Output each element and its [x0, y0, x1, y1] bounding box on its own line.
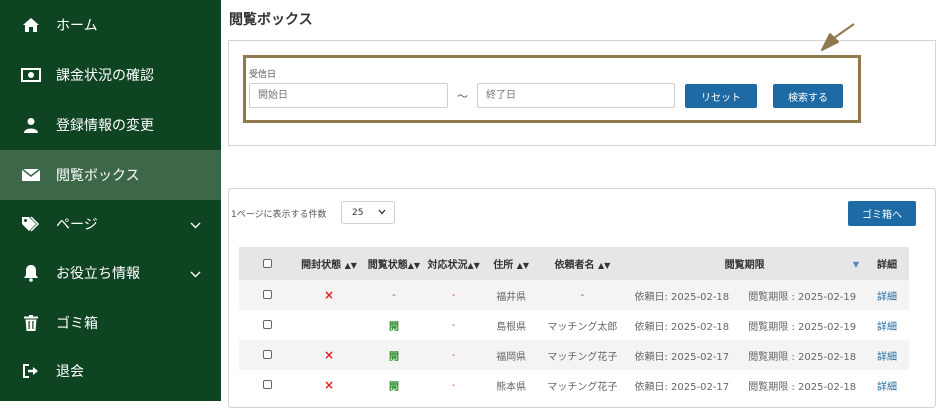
sidebar-item-tips[interactable]: お役立ち情報: [0, 248, 221, 298]
sidebar-item-inbox[interactable]: 閲覧ボックス: [0, 150, 221, 200]
request-date-cell: 依頼日: 2025-02-18: [634, 291, 730, 303]
deadline-cell: 閲覧期限 : 2025-02-19: [748, 321, 857, 333]
column-period[interactable]: 閲覧期限 ▼: [624, 247, 865, 280]
response-status-cell: -: [451, 379, 456, 391]
sidebar-item-label: 退会: [56, 364, 84, 380]
money-icon: [20, 64, 42, 86]
sidebar-item-page[interactable]: ページ: [0, 199, 221, 249]
sidebar-item-label: お役立ち情報: [56, 266, 140, 282]
sidebar-item-label: 登録情報の変更: [56, 118, 154, 134]
sidebar-item-label: ホーム: [56, 18, 98, 34]
received-date-label: 受信日: [249, 70, 277, 80]
table-row: 開 - 島根県 マッチング太郎 依頼日: 2025-02-18 閲覧期限 : 2…: [239, 310, 909, 340]
deadline-cell: 閲覧期限 : 2025-02-18: [748, 351, 857, 363]
sort-icon: ▲▼: [344, 261, 357, 270]
sidebar-item-label: ゴミ箱: [56, 316, 98, 332]
trash-icon: [20, 312, 42, 334]
unopened-x-icon: ×: [324, 378, 335, 392]
detail-link[interactable]: 詳細: [877, 352, 897, 363]
deadline-cell: 閲覧期限 : 2025-02-19: [748, 291, 857, 303]
start-date-input[interactable]: [249, 83, 448, 108]
sign-out-icon: [20, 360, 42, 382]
bell-icon: [20, 262, 42, 284]
row-checkbox[interactable]: [262, 290, 272, 299]
sidebar-item-billing[interactable]: 課金状況の確認: [0, 50, 221, 100]
end-date-input[interactable]: [477, 83, 675, 108]
detail-link[interactable]: 詳細: [877, 292, 897, 303]
table-header-row: 開封状態 ▲▼ 閲覧状態▲▼ 対応状況▲▼ 住所 ▲▼ 依頼者名 ▲▼ 閲覧期限…: [239, 247, 909, 280]
view-status-cell: -: [392, 289, 396, 301]
deadline-cell: 閲覧期限 : 2025-02-18: [748, 381, 857, 393]
detail-link[interactable]: 詳細: [877, 382, 897, 393]
response-status-cell: -: [451, 319, 456, 331]
view-status-cell: 開: [388, 381, 399, 393]
sort-icon: ▲▼: [407, 261, 421, 270]
row-checkbox[interactable]: [262, 350, 272, 359]
response-status-cell: -: [451, 289, 456, 301]
address-cell: 福井県: [496, 291, 527, 303]
sidebar-item-withdraw[interactable]: 退会: [0, 346, 221, 396]
move-to-trash-button[interactable]: ゴミ箱へ: [848, 201, 916, 226]
sidebar-item-label: ページ: [56, 217, 98, 233]
reset-button[interactable]: リセット: [685, 84, 757, 108]
address-cell: 福岡県: [496, 351, 527, 363]
column-address[interactable]: 住所 ▲▼: [482, 247, 541, 280]
inbox-table: 開封状態 ▲▼ 閲覧状態▲▼ 対応状況▲▼ 住所 ▲▼ 依頼者名 ▲▼ 閲覧期限…: [239, 247, 909, 400]
requester-cell: -: [580, 289, 585, 301]
per-page-select[interactable]: 25: [341, 201, 395, 224]
per-page-label: 1ページに表示する件数: [231, 210, 327, 220]
sidebar-item-trash[interactable]: ゴミ箱: [0, 298, 221, 348]
sidebar-item-label: 閲覧ボックス: [56, 168, 140, 184]
unopened-x-icon: ×: [324, 288, 335, 302]
tags-icon: [20, 213, 42, 235]
date-range-separator: ～: [457, 90, 468, 103]
request-date-cell: 依頼日: 2025-02-17: [634, 351, 730, 363]
chevron-down-icon: [190, 266, 201, 282]
view-status-cell: 開: [388, 321, 399, 333]
sidebar: ホーム 課金状況の確認 登録情報の変更 閲覧ボックス ページ お役立ち情報 ゴミ…: [0, 0, 221, 401]
requester-cell: マッチング花子: [547, 381, 618, 393]
view-status-cell: 開: [388, 351, 399, 363]
column-detail: 詳細: [877, 260, 898, 271]
main-content: 閲覧ボックス 受信日 ～ リセット 検索する 1ページに表示する件数 25 ゴミ…: [221, 0, 942, 408]
column-open-status[interactable]: 開封状態 ▲▼: [296, 247, 363, 280]
detail-link[interactable]: 詳細: [877, 322, 897, 333]
sort-icon: ▲▼: [516, 261, 530, 270]
chevron-down-icon: [190, 217, 201, 233]
address-cell: 島根県: [496, 321, 527, 333]
search-button[interactable]: 検索する: [773, 84, 843, 108]
user-icon: [20, 114, 42, 136]
table-row: × 開 - 熊本県 マッチング花子 依頼日: 2025-02-17 閲覧期限 :…: [239, 370, 909, 400]
row-checkbox[interactable]: [262, 380, 272, 389]
requester-cell: マッチング花子: [547, 351, 618, 363]
request-date-cell: 依頼日: 2025-02-17: [634, 381, 730, 393]
sort-icon: ▲▼: [597, 261, 611, 270]
envelope-icon: [20, 164, 42, 186]
response-status-cell: -: [451, 349, 456, 361]
column-requester[interactable]: 依頼者名 ▲▼: [541, 247, 625, 280]
sidebar-item-home[interactable]: ホーム: [0, 0, 221, 50]
column-view-status[interactable]: 閲覧状態▲▼: [363, 247, 426, 280]
pointer-arrow-icon: [820, 22, 856, 56]
request-date-cell: 依頼日: 2025-02-18: [634, 321, 730, 333]
row-checkbox[interactable]: [262, 320, 272, 329]
per-page-value: 25: [352, 207, 364, 218]
requester-cell: マッチング太郎: [547, 321, 618, 333]
column-response-status[interactable]: 対応状況▲▼: [425, 247, 482, 280]
sort-icon: ▲▼: [467, 261, 480, 270]
table-row: × - - 福井県 - 依頼日: 2025-02-18 閲覧期限 : 2025-…: [239, 280, 909, 310]
sidebar-item-profile[interactable]: 登録情報の変更: [0, 100, 221, 150]
page-title: 閲覧ボックス: [229, 12, 313, 28]
sort-desc-icon: ▼: [852, 260, 860, 269]
select-all-checkbox[interactable]: [262, 258, 272, 268]
unopened-x-icon: ×: [324, 348, 335, 362]
address-cell: 熊本県: [496, 381, 527, 393]
home-icon: [20, 14, 42, 36]
chevron-down-icon: [378, 208, 386, 218]
table-row: × 開 - 福岡県 マッチング花子 依頼日: 2025-02-17 閲覧期限 :…: [239, 340, 909, 370]
sidebar-item-label: 課金状況の確認: [56, 68, 154, 84]
